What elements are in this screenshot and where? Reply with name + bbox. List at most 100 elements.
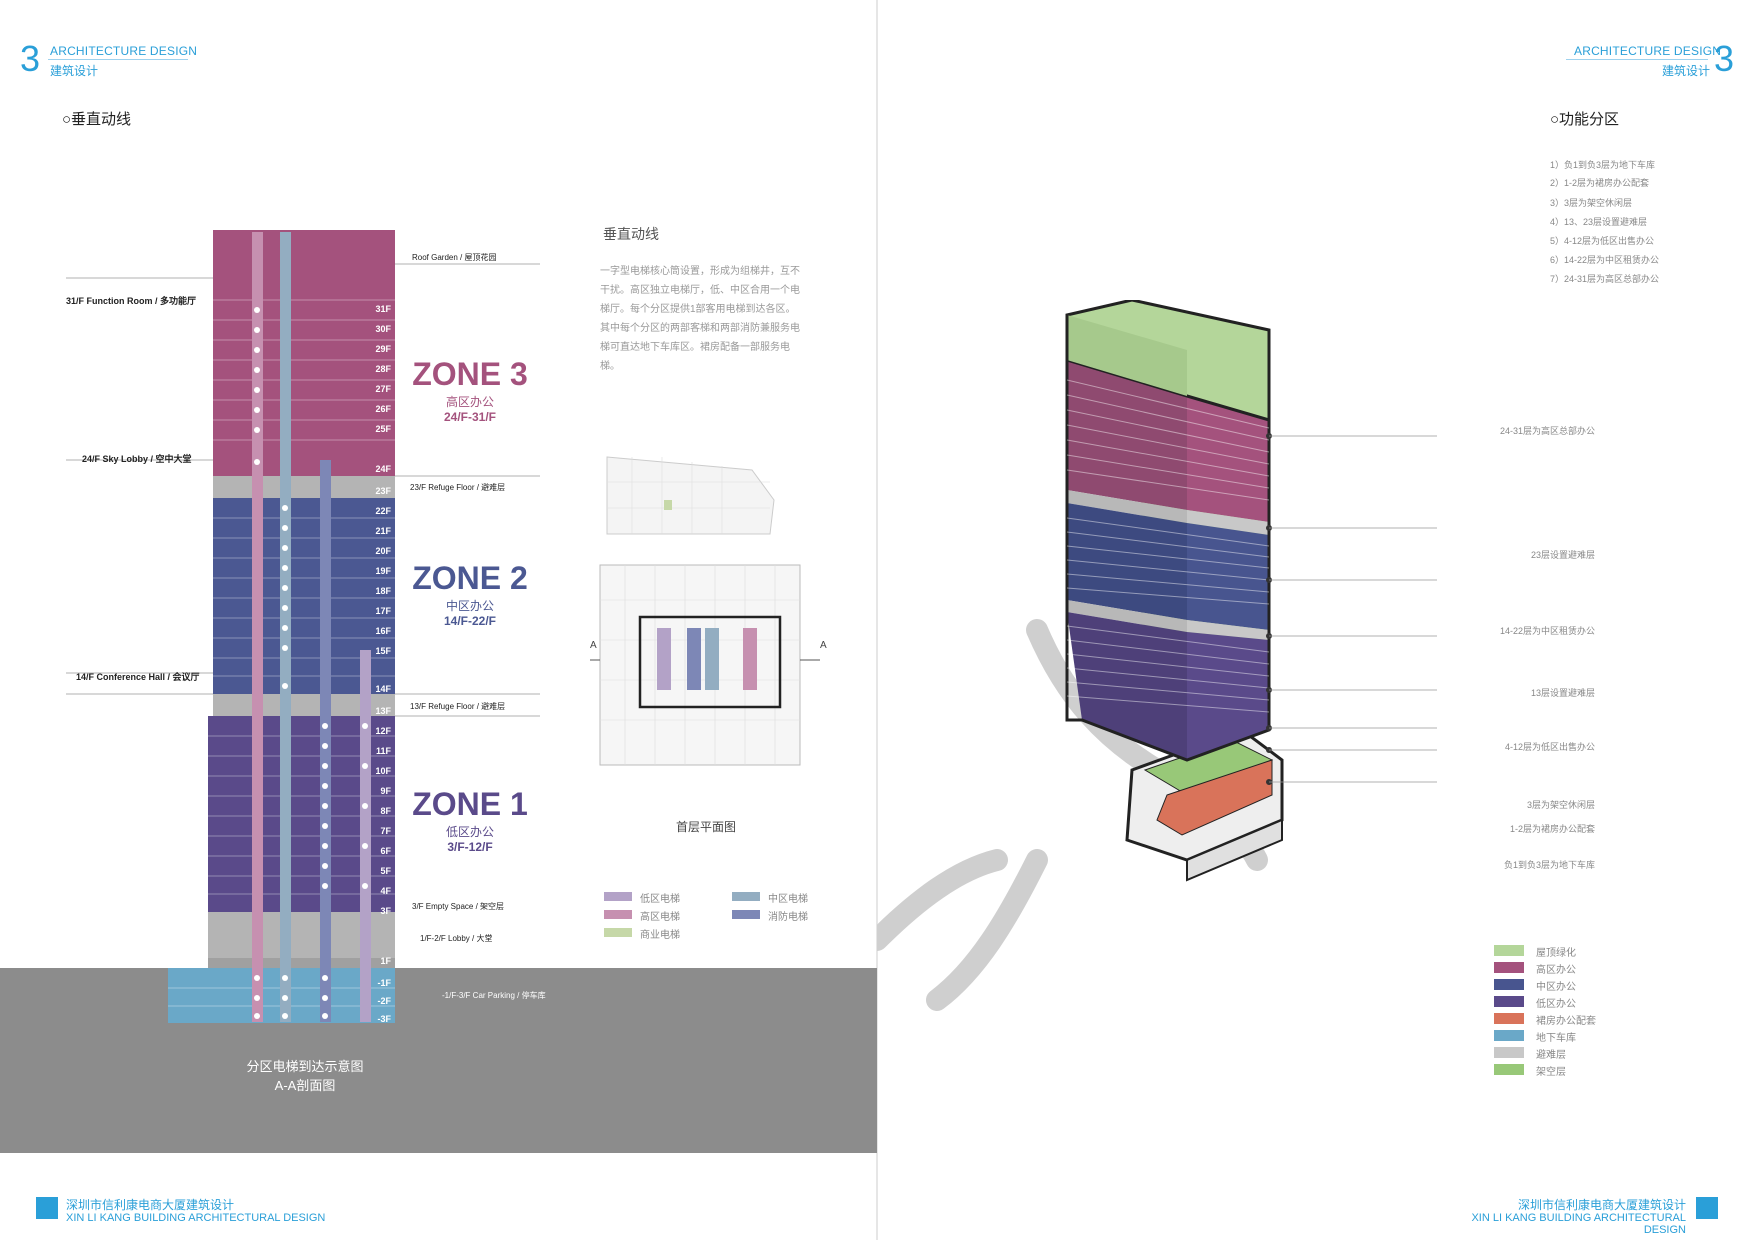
legend-swatch <box>732 892 760 901</box>
function-item: 6）14-22层为中区租赁办公 <box>1550 255 1660 265</box>
floor-label: 17F <box>375 606 391 616</box>
floor-label: 4F <box>380 886 391 896</box>
zone-1-range: 3/F-12/F <box>447 840 493 854</box>
callout-lines <box>1269 435 1437 783</box>
callout-label: 24-31层为高区总部办公 <box>1499 426 1595 436</box>
label-car-parking: -1/F-3/F Car Parking / 停车库 <box>442 991 546 1000</box>
zone-2-label: ZONE 2 中区办公 14/F-22/F <box>405 560 535 628</box>
legend-label: 地下车库 <box>1536 1033 1576 1044</box>
label-refuge-23: 23/F Refuge Floor / 避难层 <box>410 483 506 492</box>
zone-3-range: 24/F-31/F <box>443 410 497 424</box>
floor-label: 30F <box>375 324 391 334</box>
callout-label: 3层为架空休闲层 <box>1526 800 1595 810</box>
floor-label: 7F <box>380 826 391 836</box>
legend-label: 低区办公 <box>1536 999 1576 1010</box>
elevator-shaft-fire <box>320 460 331 1022</box>
floor-label: 15F <box>375 646 391 656</box>
zone-2-title: ZONE 2 <box>412 560 528 596</box>
floor-label: 8F <box>380 806 391 816</box>
label-function-room: 31/F Function Room / 多功能厅 <box>66 296 196 306</box>
floor-label: 12F <box>375 726 391 736</box>
floor-label: -3F <box>377 1014 392 1024</box>
legend-label: 高区电梯 <box>640 912 680 923</box>
legend-swatch <box>732 910 760 919</box>
footer-square-right <box>1696 1197 1718 1219</box>
floor-label: 29F <box>375 344 391 354</box>
elevator-legend: 低区电梯 中区电梯 高区电梯 消防电梯 商业电梯 <box>604 890 844 960</box>
section-caption-line2: A-A剖面图 <box>274 1078 336 1093</box>
label-conference-hall: 14/F Conference Hall / 会议厅 <box>76 672 200 682</box>
callout-label: 13层设置避难层 <box>1530 688 1595 698</box>
floor-label: 3F <box>380 906 391 916</box>
floor-label: 23F <box>375 486 391 496</box>
zone-1-label: ZONE 1 低区办公 3/F-12/F <box>405 786 535 854</box>
section-title-function: ○功能分区 <box>1550 111 1620 128</box>
floor-label: 9F <box>380 786 391 796</box>
section-caption: 分区电梯到达示意图 A-A剖面图 <box>210 1056 400 1094</box>
callout-label: 4-12层为低区出售办公 <box>1504 742 1595 752</box>
legend-swatch <box>1494 979 1524 990</box>
legend-label: 商业电梯 <box>640 930 680 941</box>
tower-axonometric <box>877 300 1437 1011</box>
floor-label: 25F <box>375 424 391 434</box>
callout-label: 负1到负3层为地下车库 <box>1503 860 1595 870</box>
function-item: 3）3层为架空休闲层 <box>1550 198 1633 208</box>
description-title: 垂直动线 <box>603 226 659 242</box>
plan-caption: 首层平面图 <box>676 820 737 834</box>
label-roof-garden: Roof Garden / 屋顶花园 <box>412 253 497 262</box>
chapter-title-cn-right: 建筑设计 <box>1662 64 1711 78</box>
label-sky-lobby: 24/F Sky Lobby / 空中大堂 <box>82 454 192 464</box>
legend-swatch <box>1494 962 1524 973</box>
section-mark-left: A <box>590 640 597 651</box>
floor-label: 18F <box>375 586 391 596</box>
legend-swatch <box>1494 1030 1524 1041</box>
label-lobby: 1/F-2/F Lobby / 大堂 <box>420 934 493 943</box>
zone-2-range: 14/F-22/F <box>443 614 497 628</box>
legend-label: 屋顶绿化 <box>1536 948 1576 959</box>
floor-label: 27F <box>375 384 391 394</box>
footer-title-cn-left: 深圳市信利康电商大厦建筑设计 <box>66 1198 235 1212</box>
ground-floor-plan <box>590 564 820 766</box>
function-item: 4）13、23层设置避难层 <box>1550 217 1648 227</box>
legend-label: 消防电梯 <box>768 912 808 923</box>
legend-swatch <box>1494 1013 1524 1024</box>
legend-label: 低区电梯 <box>640 894 680 905</box>
footer-title-cn-right: 深圳市信利康电商大厦建筑设计 <box>1517 1198 1686 1212</box>
legend-swatch <box>1494 996 1524 1007</box>
legend-label: 高区办公 <box>1536 965 1576 976</box>
floor-label: -1F <box>377 978 392 988</box>
floor-label: 14F <box>375 684 391 694</box>
upper-floor-plan <box>606 456 775 535</box>
floor-label: 26F <box>375 404 391 414</box>
zone-1-cn: 低区办公 <box>445 825 494 839</box>
label-empty-space: 3/F Empty Space / 架空层 <box>412 902 505 911</box>
floor-label: 22F <box>375 506 391 516</box>
description-text: 一字型电梯核心筒设置，形成为组梯井，互不干扰。高区独立电梯厅，低、中区合用一个电… <box>600 266 800 372</box>
zone-2-cn: 中区办公 <box>445 599 494 613</box>
floor-label: -2F <box>377 996 392 1006</box>
legend-swatch <box>604 928 632 937</box>
section-mark-right: A <box>820 640 827 651</box>
floor-label: 31F <box>375 304 391 314</box>
legend-swatch <box>1494 1047 1524 1058</box>
zone-1-title: ZONE 1 <box>412 786 528 822</box>
floor-label: 24F <box>375 464 391 474</box>
label-refuge-13: 13/F Refuge Floor / 避难层 <box>410 702 506 711</box>
zone-3-title: ZONE 3 <box>412 356 528 392</box>
legend-label: 中区办公 <box>1536 982 1576 993</box>
legend-label: 避难层 <box>1536 1050 1566 1061</box>
legend-swatch <box>604 910 632 919</box>
legend-label: 中区电梯 <box>768 894 808 905</box>
chapter-title-en-right: ARCHITECTURE DESIGN <box>1574 44 1722 58</box>
legend-swatch <box>1494 945 1524 956</box>
legend-swatch <box>1494 1064 1524 1075</box>
function-item: 7）24-31层为高区总部办公 <box>1550 274 1660 284</box>
section-caption-line1: 分区电梯到达示意图 <box>246 1059 364 1074</box>
legend-swatch <box>604 892 632 901</box>
floor-label: 5F <box>380 866 391 876</box>
legend-label: 裙房办公配套 <box>1536 1016 1596 1027</box>
footer-title-en-left: XIN LI KANG BUILDING ARCHITECTURAL DESIG… <box>66 1212 326 1224</box>
function-item: 2）1-2层为裙房办公配套 <box>1550 178 1650 188</box>
floor-label: 13F <box>375 706 391 716</box>
floor-label: 21F <box>375 526 391 536</box>
